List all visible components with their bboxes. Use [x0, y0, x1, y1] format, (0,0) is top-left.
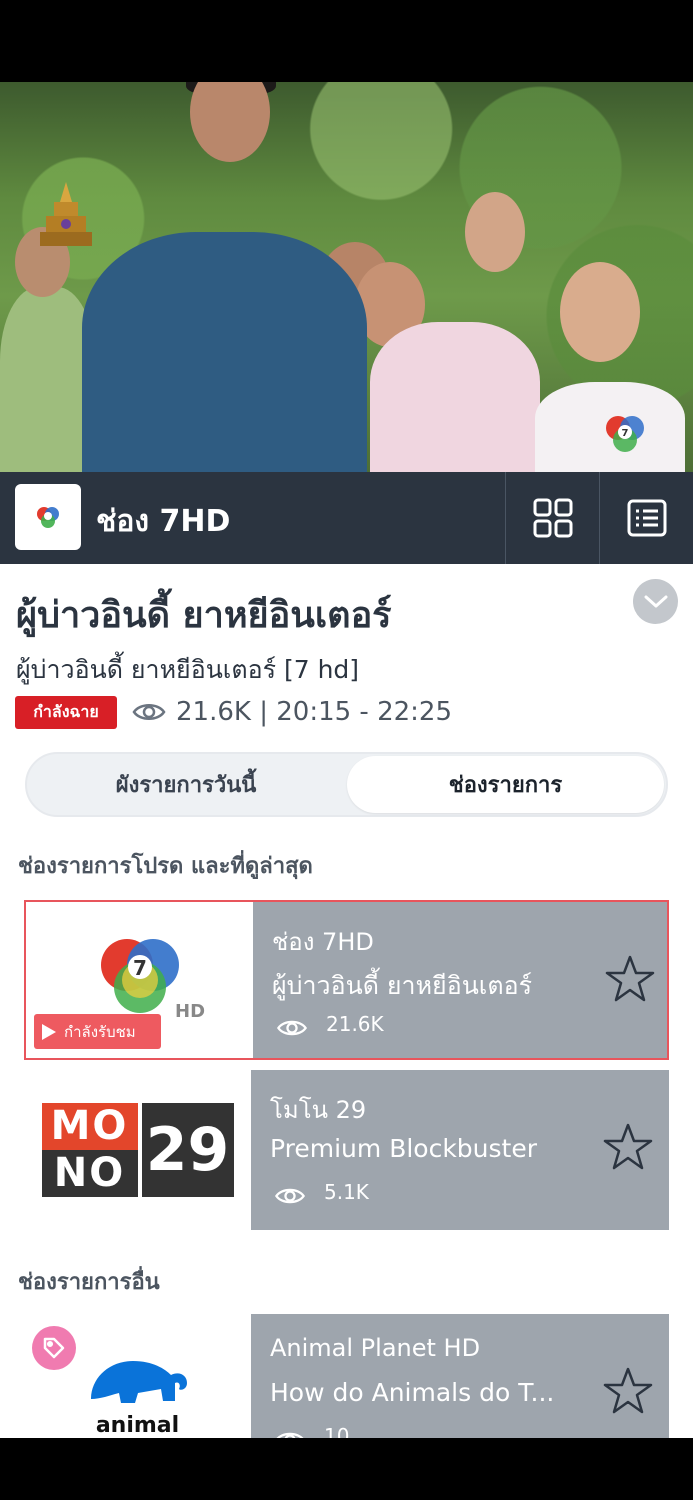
section-title-others: ช่องรายการอื่น — [18, 1270, 160, 1295]
card-show-name: How do Animals do T... — [270, 1378, 555, 1407]
list-view-button[interactable] — [599, 472, 693, 564]
expand-button[interactable] — [633, 579, 678, 624]
card-channel-name: โมโน 29 — [270, 1096, 367, 1124]
star-icon[interactable] — [602, 1122, 654, 1172]
tab-channels[interactable]: ช่องรายการ — [347, 756, 664, 813]
grid-icon — [533, 498, 572, 538]
mono29-logo-text-top: MO — [41, 1103, 138, 1150]
eye-icon — [274, 1188, 306, 1204]
live-badge: กำลังฉาย — [15, 696, 117, 729]
channel-thumbnail: 7 HD กำลังรับชม — [26, 902, 253, 1058]
video-person — [0, 227, 95, 472]
svg-text:HD: HD — [175, 1001, 205, 1022]
star-icon[interactable] — [604, 954, 656, 1004]
eye-icon — [276, 1020, 308, 1036]
star-icon[interactable] — [602, 1366, 654, 1416]
eye-icon — [132, 704, 166, 720]
animal-planet-text: animal — [95, 1413, 180, 1438]
channel-thumbnail: MO NO 29 — [24, 1070, 251, 1230]
card-show-name: ผู้บ่าวอินดี้ ยาหยีอินเตอร์ — [272, 971, 533, 1000]
card-channel-name: Animal Planet HD — [270, 1334, 481, 1362]
card-view-count: 10 — [324, 1424, 350, 1438]
eye-icon — [276, 1432, 304, 1438]
list-icon — [627, 499, 666, 537]
channel-name: ช่อง 7HD — [96, 504, 231, 539]
program-title: ผู้บ่าวอินดี้ ยาหยีอินเตอร์ — [16, 595, 392, 636]
section-title-favorites: ช่องรายการโปรด และที่ดูล่าสุด — [18, 854, 313, 879]
mono29-logo-number: 29 — [141, 1103, 234, 1197]
tab-today-schedule[interactable]: ผังรายการวันนี้ — [31, 756, 341, 813]
svg-text:7: 7 — [622, 428, 629, 439]
system-nav-bar — [0, 1438, 693, 1500]
royal-emblem-icon — [40, 182, 92, 246]
content-panel: ผู้บ่าวอินดี้ ยาหยีอินเตอร์ ผู้บ่าวอินดี… — [0, 564, 693, 1438]
channel-thumbnail: animal planet — [24, 1314, 251, 1438]
tab-bar: ผังรายการวันนี้ ช่องรายการ — [25, 752, 668, 817]
channel-card[interactable]: MO NO 29 โมโน 29 Premium Blockbuster 5.1… — [24, 1070, 669, 1230]
video-person — [82, 82, 367, 472]
now-watching-label: กำลังรับชม — [64, 1022, 136, 1041]
channel-7-logo-icon — [37, 507, 59, 528]
channel-card[interactable]: 7 HD กำลังรับชม ช่อง 7HD ผู้บ่าวอินดี้ ย… — [24, 900, 669, 1060]
channel-logo[interactable] — [15, 484, 81, 550]
channel-card[interactable]: animal planet Animal Planet HD How do An… — [24, 1314, 669, 1438]
animal-planet-logo: animal planet — [73, 1329, 203, 1438]
play-icon — [42, 1023, 56, 1040]
program-meta: 21.6K | 20:15 - 22:25 — [176, 697, 452, 727]
svg-text:7: 7 — [133, 956, 147, 980]
now-watching-badge: กำลังรับชม — [34, 1014, 161, 1049]
video-player[interactable]: 7 — [0, 82, 693, 472]
elephant-icon — [90, 1361, 187, 1403]
mono29-logo: MO NO 29 — [41, 1103, 234, 1197]
status-bar — [0, 0, 693, 82]
mono29-logo-text-bottom: NO — [41, 1150, 138, 1197]
video-person — [370, 182, 540, 472]
card-view-count: 5.1K — [324, 1180, 369, 1204]
channel-watermark-icon: 7 — [606, 416, 644, 452]
tag-icon — [32, 1326, 76, 1370]
card-show-name: Premium Blockbuster — [270, 1134, 538, 1163]
card-view-count: 21.6K — [326, 1012, 384, 1036]
chevron-down-icon — [644, 595, 667, 607]
card-channel-name: ช่อง 7HD — [272, 928, 374, 956]
grid-view-button[interactable] — [505, 472, 599, 564]
program-subtitle: ผู้บ่าวอินดี้ ยาหยีอินเตอร์ [7 hd] — [16, 655, 360, 684]
